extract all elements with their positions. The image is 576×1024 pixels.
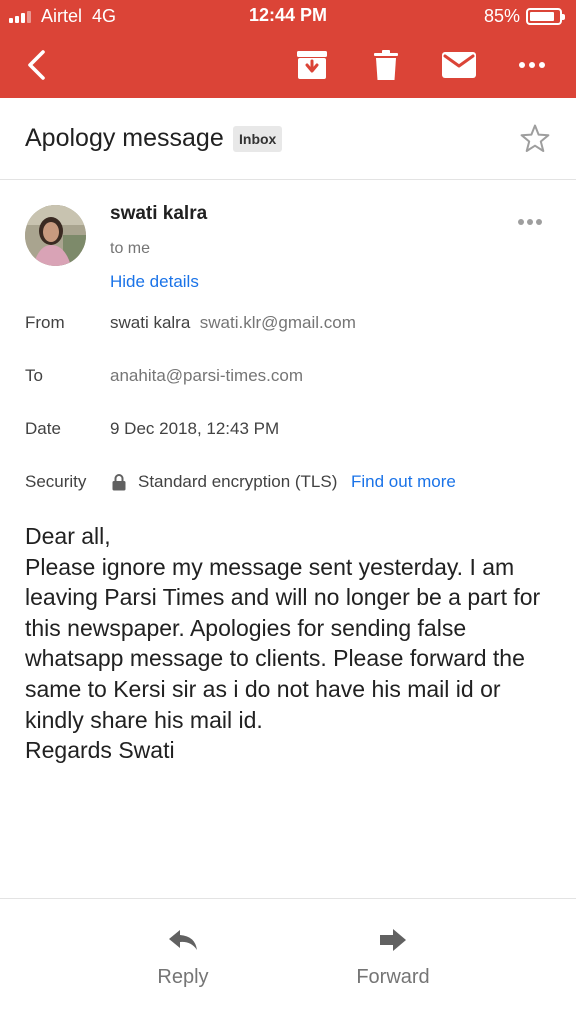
more-icon <box>519 62 545 68</box>
forward-label: Forward <box>356 966 430 988</box>
back-button[interactable] <box>18 44 54 86</box>
from-label: From <box>25 313 65 332</box>
to-label: To <box>25 366 43 385</box>
star-icon <box>520 124 550 152</box>
archive-icon <box>297 51 327 79</box>
more-options-button[interactable] <box>512 44 552 86</box>
more-icon <box>518 219 542 225</box>
top-app-bar: Airtel 4G 12:44 PM 85% <box>0 0 576 98</box>
back-icon <box>28 50 45 80</box>
avatar-photo <box>25 205 86 266</box>
security-label: Security <box>25 472 87 491</box>
forward-button[interactable]: Forward <box>333 928 453 989</box>
star-button[interactable] <box>520 124 550 158</box>
forward-icon <box>380 929 406 951</box>
mark-unread-button[interactable] <box>438 44 480 86</box>
delete-button[interactable] <box>365 44 407 86</box>
status-bar: Airtel 4G 12:44 PM 85% <box>0 0 576 32</box>
mail-icon <box>442 52 476 78</box>
reply-button[interactable]: Reply <box>123 928 243 989</box>
reply-label: Reply <box>157 966 209 988</box>
date-label: Date <box>25 419 61 438</box>
bottom-action-bar <box>0 898 576 1024</box>
reply-icon <box>169 930 197 950</box>
to-value[interactable]: anahita@parsi-times.com <box>110 366 303 386</box>
message-more-button[interactable] <box>517 213 543 231</box>
email-subject: Apology message <box>25 124 224 152</box>
from-email[interactable]: swati.klr@gmail.com <box>200 313 356 332</box>
date-value: 9 Dec 2018, 12:43 PM <box>110 419 280 438</box>
trash-icon <box>374 50 398 80</box>
from-name: swati kalra <box>110 313 191 332</box>
find-out-more-link[interactable]: Find out more <box>351 472 456 492</box>
from-value: swati kalra swati.klr@gmail.com <box>110 313 356 333</box>
security-value: Standard encryption (TLS) <box>138 472 338 491</box>
label-badge[interactable]: Inbox <box>233 126 283 152</box>
subject-row: Apology message <box>0 98 576 180</box>
lock-icon <box>112 473 126 496</box>
hide-details-link[interactable]: Hide details <box>110 272 199 292</box>
email-body: Dear all, Please ignore my message sent … <box>25 523 541 764</box>
sender-name: swati kalra <box>110 203 208 224</box>
battery-icon <box>526 8 565 25</box>
sender-avatar[interactable] <box>25 205 86 266</box>
label-text: Inbox <box>233 126 283 152</box>
archive-button[interactable] <box>291 44 333 86</box>
recipient-summary: to me <box>110 240 151 257</box>
battery-percentage: 85% <box>483 6 520 26</box>
